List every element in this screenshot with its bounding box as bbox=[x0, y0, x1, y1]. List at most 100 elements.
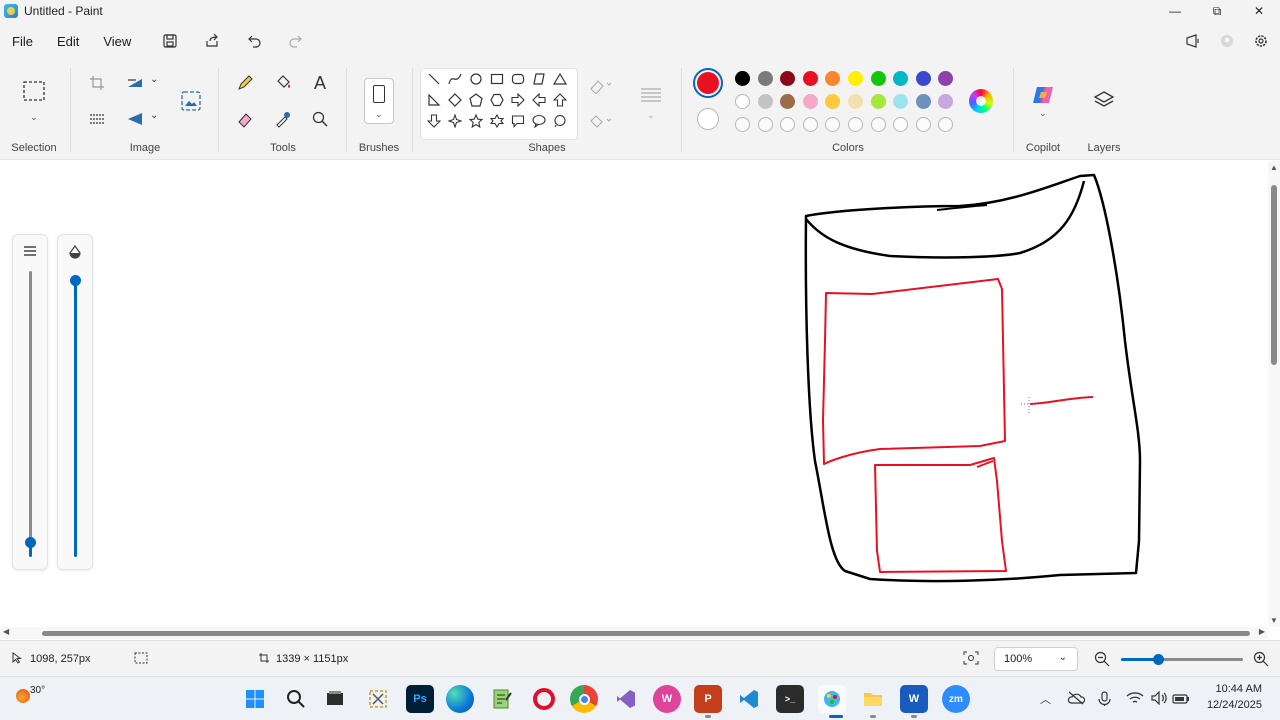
settings-gear-icon[interactable] bbox=[1246, 26, 1276, 56]
text-tool-icon[interactable]: A bbox=[307, 70, 333, 96]
search-icon[interactable] bbox=[282, 685, 310, 713]
resize-dropdown-chevron-icon[interactable]: ⌄ bbox=[150, 74, 158, 85]
right-arrow-shape-icon[interactable] bbox=[509, 91, 527, 109]
volume-icon[interactable] bbox=[1150, 690, 1168, 708]
minimize-button[interactable]: — bbox=[1154, 0, 1196, 22]
rectangle-shape-icon[interactable] bbox=[488, 70, 506, 88]
layers-icon[interactable] bbox=[1091, 88, 1117, 114]
triangle-shape-icon[interactable] bbox=[551, 70, 569, 88]
maximize-button[interactable]: ⧉ bbox=[1196, 0, 1238, 22]
left-arrow-shape-icon[interactable] bbox=[530, 91, 548, 109]
feedback-icon[interactable] bbox=[1178, 26, 1208, 56]
vscode-icon[interactable] bbox=[735, 685, 763, 713]
terminal-icon[interactable]: >_ bbox=[776, 685, 804, 713]
clock-date[interactable]: 12/24/2025 bbox=[1196, 699, 1262, 711]
palette-color-swatch[interactable] bbox=[802, 71, 818, 86]
save-icon[interactable] bbox=[149, 26, 191, 56]
diamond-shape-icon[interactable] bbox=[446, 91, 464, 109]
shape-fill-icon[interactable] bbox=[588, 108, 614, 134]
microphone-icon[interactable] bbox=[1097, 691, 1113, 710]
opacity-thumb[interactable] bbox=[70, 275, 81, 286]
show-hidden-icons-chevron-icon[interactable]: ︿ bbox=[1040, 691, 1051, 707]
palette-color-swatch[interactable] bbox=[802, 94, 818, 109]
task-view-icon[interactable] bbox=[321, 685, 349, 713]
down-arrow-shape-icon[interactable] bbox=[425, 112, 443, 130]
palette-color-swatch[interactable] bbox=[870, 94, 886, 109]
visual-studio-icon[interactable] bbox=[612, 685, 640, 713]
account-icon[interactable] bbox=[1212, 26, 1242, 56]
canvas-workspace[interactable] bbox=[0, 161, 1268, 627]
zoom-slider[interactable] bbox=[1121, 654, 1243, 665]
pentagon-shape-icon[interactable] bbox=[467, 91, 485, 109]
wifi-icon[interactable] bbox=[1126, 691, 1144, 708]
crop-icon[interactable] bbox=[84, 70, 110, 96]
palette-color-swatch[interactable] bbox=[870, 71, 886, 86]
polygon-shape-icon[interactable] bbox=[530, 70, 548, 88]
weather-icon[interactable] bbox=[16, 689, 30, 703]
six-point-star-shape-icon[interactable] bbox=[488, 112, 506, 130]
file-explorer-icon[interactable] bbox=[859, 685, 887, 713]
right-triangle-shape-icon[interactable] bbox=[425, 91, 443, 109]
four-point-star-shape-icon[interactable] bbox=[446, 112, 464, 130]
battery-icon[interactable] bbox=[1172, 693, 1190, 707]
rotate-icon[interactable] bbox=[122, 106, 148, 132]
zoom-out-icon[interactable] bbox=[1094, 651, 1110, 670]
line-shape-icon[interactable] bbox=[425, 70, 443, 88]
opacity-track[interactable] bbox=[74, 281, 77, 557]
zoom-in-icon[interactable] bbox=[1253, 651, 1269, 670]
resize-icon[interactable] bbox=[122, 70, 148, 96]
color-picker-icon[interactable] bbox=[270, 106, 296, 132]
eraser-icon[interactable] bbox=[232, 106, 258, 132]
palette-color-swatch[interactable] bbox=[757, 71, 773, 86]
palette-color-swatch[interactable] bbox=[848, 71, 863, 86]
menu-edit[interactable]: Edit bbox=[45, 34, 91, 49]
clock-time[interactable]: 10:44 AM bbox=[1196, 683, 1262, 695]
hexagon-shape-icon[interactable] bbox=[488, 91, 506, 109]
redo-icon[interactable] bbox=[275, 26, 317, 56]
custom-color-slot[interactable] bbox=[757, 117, 773, 132]
cloud-callout-shape-icon[interactable] bbox=[551, 112, 569, 130]
vertical-scrollbar-thumb[interactable] bbox=[1271, 185, 1277, 365]
palette-color-swatch[interactable] bbox=[735, 94, 750, 109]
horizontal-scrollbar-thumb[interactable] bbox=[42, 631, 1250, 636]
size-icon[interactable] bbox=[638, 82, 664, 108]
menu-view[interactable]: View bbox=[91, 34, 143, 49]
photoshop-icon[interactable]: Ps bbox=[406, 685, 434, 713]
scroll-down-arrow-icon[interactable]: ▼ bbox=[1270, 616, 1278, 625]
rectangular-callout-shape-icon[interactable] bbox=[509, 112, 527, 130]
zoom-select[interactable]: 100% ⌄ bbox=[994, 647, 1078, 671]
custom-color-slot[interactable] bbox=[735, 117, 750, 132]
start-windows-icon[interactable] bbox=[241, 685, 269, 713]
wampserver-icon[interactable]: W bbox=[653, 685, 681, 713]
opera-browser-icon[interactable] bbox=[530, 685, 558, 713]
vertical-scrollbar[interactable]: ▲ ▼ bbox=[1268, 161, 1280, 627]
palette-color-swatch[interactable] bbox=[848, 94, 863, 109]
drawing-canvas[interactable] bbox=[0, 161, 1256, 627]
custom-color-slot[interactable] bbox=[870, 117, 886, 132]
rounded-rectangle-shape-icon[interactable] bbox=[509, 70, 527, 88]
pencil-icon[interactable] bbox=[232, 70, 258, 96]
custom-color-slot[interactable] bbox=[802, 117, 818, 132]
select-pattern-icon[interactable] bbox=[84, 106, 110, 132]
primary-color-swatch[interactable] bbox=[693, 68, 723, 98]
size-dropdown-chevron-icon[interactable]: ⌄ bbox=[647, 110, 655, 121]
edit-colors-icon[interactable] bbox=[969, 89, 993, 113]
onedrive-icon[interactable] bbox=[1067, 691, 1086, 708]
fill-bucket-icon[interactable] bbox=[270, 70, 296, 96]
selection-dropdown-chevron-icon[interactable]: ⌄ bbox=[30, 112, 38, 123]
word-icon[interactable]: W bbox=[900, 685, 928, 713]
copilot-icon[interactable] bbox=[1030, 82, 1056, 108]
scroll-left-arrow-icon[interactable]: ◀ bbox=[3, 627, 9, 636]
scroll-right-arrow-icon[interactable]: ▶ bbox=[1259, 627, 1265, 636]
palette-color-swatch[interactable] bbox=[757, 94, 773, 109]
custom-color-slot[interactable] bbox=[848, 117, 863, 132]
up-arrow-shape-icon[interactable] bbox=[551, 91, 569, 109]
palette-color-swatch[interactable] bbox=[735, 71, 750, 86]
secondary-color-swatch[interactable] bbox=[697, 108, 719, 130]
edge-browser-icon[interactable] bbox=[446, 685, 474, 713]
close-button[interactable]: ✕ bbox=[1238, 0, 1280, 22]
undo-icon[interactable] bbox=[233, 26, 275, 56]
rotate-dropdown-chevron-icon[interactable]: ⌄ bbox=[150, 110, 158, 121]
image-background-icon[interactable] bbox=[178, 88, 204, 114]
curve-shape-icon[interactable] bbox=[446, 70, 464, 88]
